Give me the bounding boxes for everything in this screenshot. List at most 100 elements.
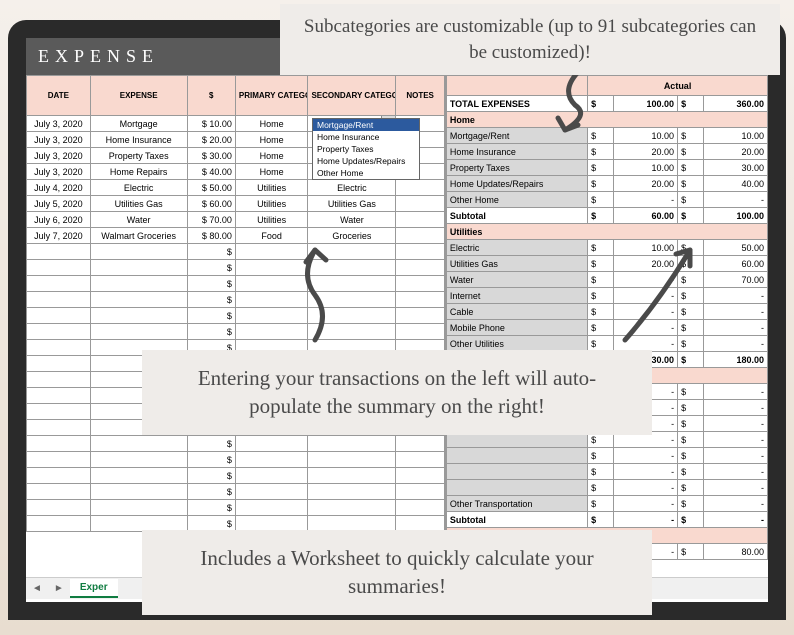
cell[interactable]: $ bbox=[187, 468, 235, 484]
table-row[interactable]: July 7, 2020Walmart Groceries$ 80.00Food… bbox=[27, 228, 445, 244]
cell[interactable] bbox=[308, 484, 396, 500]
cell[interactable] bbox=[235, 452, 308, 468]
table-row[interactable]: $ bbox=[27, 500, 445, 516]
cell[interactable] bbox=[27, 500, 91, 516]
table-row[interactable]: $ bbox=[27, 436, 445, 452]
active-sheet-tab[interactable]: Exper bbox=[70, 579, 118, 598]
cell[interactable]: $ 60.00 bbox=[187, 196, 235, 212]
cell[interactable] bbox=[27, 260, 91, 276]
cell[interactable] bbox=[396, 308, 444, 324]
cell[interactable] bbox=[27, 292, 91, 308]
cell[interactable]: $ bbox=[187, 276, 235, 292]
cell[interactable]: $ 50.00 bbox=[187, 180, 235, 196]
cell[interactable]: Utilities Gas bbox=[90, 196, 187, 212]
tab-nav-prev[interactable]: ◄ bbox=[26, 583, 48, 594]
cell[interactable] bbox=[308, 436, 396, 452]
cell[interactable]: $ 20.00 bbox=[187, 132, 235, 148]
table-row[interactable]: $ bbox=[27, 484, 445, 500]
cell[interactable]: Home bbox=[235, 132, 308, 148]
cell[interactable] bbox=[27, 324, 91, 340]
cell[interactable]: Home bbox=[235, 116, 308, 132]
dropdown-option[interactable]: Home Insurance bbox=[313, 131, 419, 143]
cell[interactable]: July 3, 2020 bbox=[27, 148, 91, 164]
table-row[interactable]: July 6, 2020Water$ 70.00UtilitiesWater bbox=[27, 212, 445, 228]
cell[interactable] bbox=[90, 276, 187, 292]
cell[interactable]: $ 70.00 bbox=[187, 212, 235, 228]
table-row[interactable]: July 4, 2020Electric$ 50.00UtilitiesElec… bbox=[27, 180, 445, 196]
cell[interactable] bbox=[90, 484, 187, 500]
cell[interactable] bbox=[308, 500, 396, 516]
cell[interactable]: July 6, 2020 bbox=[27, 212, 91, 228]
table-row[interactable]: $ bbox=[27, 324, 445, 340]
cell[interactable] bbox=[27, 516, 91, 532]
cell[interactable] bbox=[90, 292, 187, 308]
cell[interactable] bbox=[396, 212, 444, 228]
cell[interactable] bbox=[308, 452, 396, 468]
cell[interactable] bbox=[90, 452, 187, 468]
cell[interactable] bbox=[27, 452, 91, 468]
secondary-category-dropdown[interactable]: Mortgage/RentHome InsuranceProperty Taxe… bbox=[312, 118, 420, 180]
cell[interactable]: Property Taxes bbox=[90, 148, 187, 164]
cell[interactable] bbox=[27, 484, 91, 500]
cell[interactable] bbox=[27, 468, 91, 484]
cell[interactable]: July 5, 2020 bbox=[27, 196, 91, 212]
cell[interactable]: $ bbox=[187, 452, 235, 468]
table-row[interactable]: $ bbox=[27, 244, 445, 260]
cell[interactable]: July 7, 2020 bbox=[27, 228, 91, 244]
cell[interactable]: July 3, 2020 bbox=[27, 164, 91, 180]
cell[interactable]: $ bbox=[187, 260, 235, 276]
cell[interactable]: $ 10.00 bbox=[187, 116, 235, 132]
cell[interactable]: Mortgage bbox=[90, 116, 187, 132]
cell[interactable]: Utilities bbox=[235, 180, 308, 196]
cell[interactable] bbox=[27, 308, 91, 324]
cell[interactable] bbox=[396, 228, 444, 244]
cell[interactable] bbox=[396, 292, 444, 308]
cell[interactable]: $ bbox=[187, 244, 235, 260]
cell[interactable] bbox=[235, 484, 308, 500]
dropdown-option[interactable]: Home Updates/Repairs bbox=[313, 155, 419, 167]
table-row[interactable]: $ bbox=[27, 276, 445, 292]
cell[interactable]: Home bbox=[235, 164, 308, 180]
cell[interactable] bbox=[396, 196, 444, 212]
cell[interactable] bbox=[396, 180, 444, 196]
cell[interactable] bbox=[308, 468, 396, 484]
cell[interactable] bbox=[396, 276, 444, 292]
cell[interactable] bbox=[396, 500, 444, 516]
cell[interactable] bbox=[90, 260, 187, 276]
cell[interactable]: $ 30.00 bbox=[187, 148, 235, 164]
cell[interactable] bbox=[27, 420, 91, 436]
cell[interactable] bbox=[27, 244, 91, 260]
cell[interactable] bbox=[27, 276, 91, 292]
tab-nav-next[interactable]: ► bbox=[48, 583, 70, 594]
cell[interactable] bbox=[396, 260, 444, 276]
table-row[interactable]: $ bbox=[27, 308, 445, 324]
cell[interactable] bbox=[396, 452, 444, 468]
table-row[interactable]: $ bbox=[27, 260, 445, 276]
cell[interactable] bbox=[396, 436, 444, 452]
cell[interactable] bbox=[27, 436, 91, 452]
cell[interactable] bbox=[90, 244, 187, 260]
cell[interactable]: Utilities Gas bbox=[308, 196, 396, 212]
cell[interactable] bbox=[235, 468, 308, 484]
cell[interactable]: $ bbox=[187, 308, 235, 324]
cell[interactable] bbox=[27, 340, 91, 356]
cell[interactable] bbox=[27, 356, 91, 372]
cell[interactable]: $ bbox=[187, 324, 235, 340]
cell[interactable]: Home Repairs bbox=[90, 164, 187, 180]
dropdown-option[interactable]: Mortgage/Rent bbox=[313, 119, 419, 131]
cell[interactable] bbox=[90, 468, 187, 484]
cell[interactable] bbox=[235, 436, 308, 452]
cell[interactable]: Electric bbox=[90, 180, 187, 196]
cell[interactable] bbox=[27, 372, 91, 388]
cell[interactable] bbox=[90, 436, 187, 452]
cell[interactable] bbox=[90, 500, 187, 516]
cell[interactable]: July 3, 2020 bbox=[27, 132, 91, 148]
table-row[interactable]: $ bbox=[27, 452, 445, 468]
cell[interactable]: Home Insurance bbox=[90, 132, 187, 148]
cell[interactable]: $ bbox=[187, 500, 235, 516]
table-row[interactable]: July 5, 2020Utilities Gas$ 60.00Utilitie… bbox=[27, 196, 445, 212]
cell[interactable]: $ bbox=[187, 484, 235, 500]
cell[interactable] bbox=[396, 468, 444, 484]
cell[interactable]: Water bbox=[90, 212, 187, 228]
cell[interactable] bbox=[396, 484, 444, 500]
